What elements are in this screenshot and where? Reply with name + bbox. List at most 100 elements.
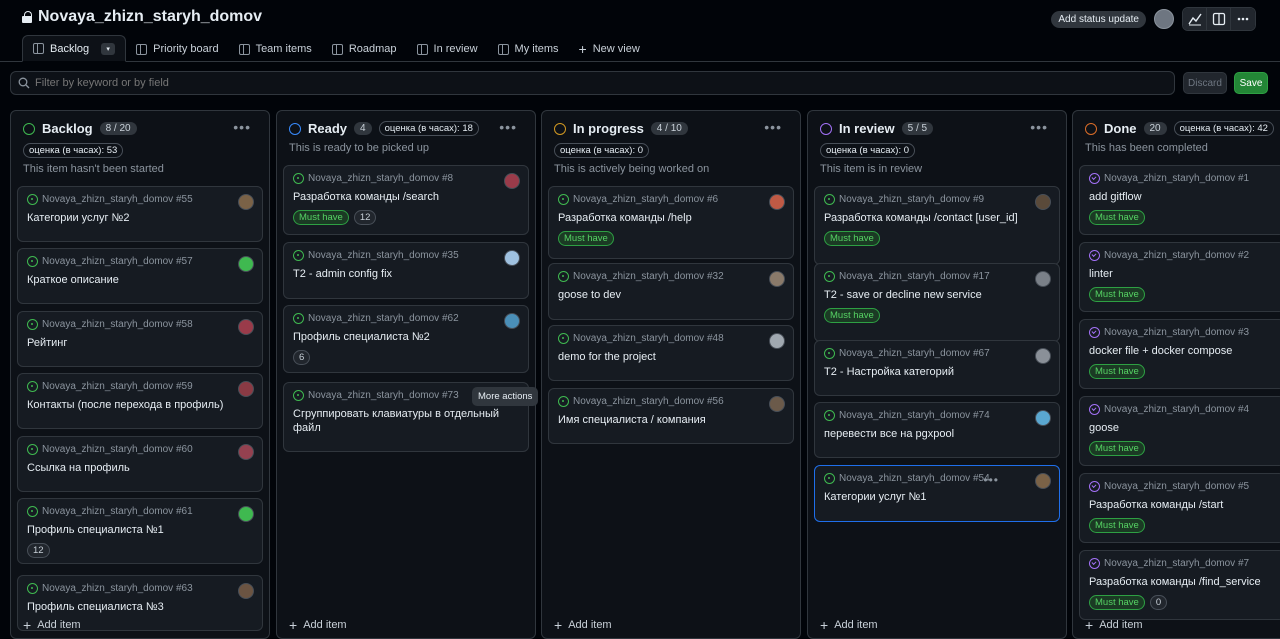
issue-card[interactable]: Novaya_zhizn_staryh_domov #61 Профиль сп… — [17, 498, 263, 564]
issue-card[interactable]: Novaya_zhizn_staryh_domov #55 Категории … — [17, 186, 263, 242]
column-ready: Ready 4 оценка (в часах): 18 ••• This is… — [276, 110, 536, 639]
issue-card[interactable]: Novaya_zhizn_staryh_domov #17 T2 - save … — [814, 263, 1060, 342]
add-item-button[interactable]: + Add item — [554, 617, 612, 633]
issue-open-icon — [293, 173, 304, 184]
assignee-avatar[interactable] — [769, 271, 785, 287]
add-item-button[interactable]: + Add item — [820, 617, 878, 633]
card-title[interactable]: Профиль специалиста №2 — [293, 330, 519, 344]
card-title[interactable]: Категории услуг №1 — [824, 490, 1050, 504]
issue-card[interactable]: Novaya_zhizn_staryh_domov #58 Рейтинг — [17, 311, 263, 367]
card-title[interactable]: Разработка команды /start — [1089, 498, 1275, 512]
assignee-avatar[interactable] — [1035, 473, 1051, 489]
card-reference: Novaya_zhizn_staryh_domov #62 — [293, 313, 519, 324]
avatar[interactable] — [1154, 9, 1174, 29]
issue-card[interactable]: Novaya_zhizn_staryh_domov #8 Разработка … — [283, 165, 529, 235]
assignee-avatar[interactable] — [504, 173, 520, 189]
assignee-avatar[interactable] — [504, 313, 520, 329]
card-title[interactable]: T2 - admin config fix — [293, 267, 519, 281]
assignee-avatar[interactable] — [504, 250, 520, 266]
new-view-button[interactable]: + New view — [569, 36, 650, 62]
card-title[interactable]: Ссылка на профиль — [27, 461, 253, 475]
assignee-avatar[interactable] — [238, 194, 254, 210]
insights-chart-icon[interactable] — [1183, 8, 1207, 30]
card-reference: Novaya_zhizn_staryh_domov #4 — [1089, 404, 1275, 415]
tab-team-items[interactable]: Team items — [229, 36, 322, 62]
card-reference: Novaya_zhizn_staryh_domov #1 — [1089, 173, 1275, 184]
card-title[interactable]: T2 - save or decline new service — [824, 288, 1050, 302]
issue-card[interactable]: Novaya_zhizn_staryh_domov #62 Профиль сп… — [283, 305, 529, 373]
card-title[interactable]: Рейтинг — [27, 336, 253, 350]
card-title[interactable]: Разработка команды /contact [user_id] — [824, 211, 1050, 225]
issue-card[interactable]: Novaya_zhizn_staryh_domov #60 Ссылка на … — [17, 436, 263, 492]
tab-in-review[interactable]: In review — [407, 36, 488, 62]
assignee-avatar[interactable] — [1035, 194, 1051, 210]
card-title[interactable]: goose to dev — [558, 288, 784, 302]
add-item-button[interactable]: + Add item — [23, 617, 81, 633]
issue-card[interactable]: Novaya_zhizn_staryh_domov #7 Разработка … — [1079, 550, 1280, 620]
issue-card[interactable]: Novaya_zhizn_staryh_domov #1 add gitflow… — [1079, 165, 1280, 235]
card-title[interactable]: перевести все на pgxpool — [824, 427, 1050, 441]
issue-card[interactable]: Novaya_zhizn_staryh_domov #2 linter Must… — [1079, 242, 1280, 312]
issue-card[interactable]: Novaya_zhizn_staryh_domov #74 перевести … — [814, 402, 1060, 458]
priority-label: Must have — [1089, 441, 1145, 456]
tab-roadmap[interactable]: Roadmap — [322, 36, 407, 62]
issue-card[interactable]: Novaya_zhizn_staryh_domov #35 T2 - admin… — [283, 242, 529, 299]
card-title[interactable]: Сгруппировать клавиатуры в отдельный фай… — [293, 407, 519, 435]
issue-card[interactable]: Novaya_zhizn_staryh_domov #32 goose to d… — [548, 263, 794, 320]
side-panel-icon[interactable] — [1207, 8, 1231, 30]
assignee-avatar[interactable] — [769, 333, 785, 349]
assignee-avatar[interactable] — [1035, 410, 1051, 426]
issue-card[interactable]: Novaya_zhizn_staryh_domov #4 goose Must … — [1079, 396, 1280, 466]
card-reference: Novaya_zhizn_staryh_domov #60 — [27, 444, 253, 455]
assignee-avatar[interactable] — [238, 506, 254, 522]
more-options-icon[interactable] — [1231, 8, 1255, 30]
issue-card[interactable]: Novaya_zhizn_staryh_domov #48 demo for t… — [548, 325, 794, 381]
card-title[interactable]: demo for the project — [558, 350, 784, 364]
issue-card[interactable]: Novaya_zhizn_staryh_domov #67 T2 - Настр… — [814, 340, 1060, 396]
project-title[interactable]: Novaya_zhizn_staryh_domov — [38, 8, 262, 26]
issue-card[interactable]: Novaya_zhizn_staryh_domov #57 Краткое оп… — [17, 248, 263, 304]
add-item-button[interactable]: + Add item — [1085, 617, 1143, 633]
tab-my-items[interactable]: My items — [488, 36, 569, 62]
assignee-avatar[interactable] — [238, 319, 254, 335]
assignee-avatar[interactable] — [238, 256, 254, 272]
card-title[interactable]: Категории услуг №2 — [27, 211, 253, 225]
save-button[interactable]: Save — [1234, 72, 1268, 94]
issue-card[interactable]: Novaya_zhizn_staryh_domov #9 Разработка … — [814, 186, 1060, 265]
assignee-avatar[interactable] — [238, 381, 254, 397]
card-title[interactable]: Контакты (после перехода в профиль) — [27, 398, 253, 412]
assignee-avatar[interactable] — [769, 194, 785, 210]
card-title[interactable]: Разработка команды /search — [293, 190, 519, 204]
card-title[interactable]: docker file + docker compose — [1089, 344, 1275, 358]
assignee-avatar[interactable] — [238, 583, 254, 599]
tab-priority-board[interactable]: Priority board — [126, 36, 228, 62]
chevron-down-icon[interactable]: ▾ — [101, 42, 116, 55]
issue-card[interactable]: Novaya_zhizn_staryh_domov #59 Контакты (… — [17, 373, 263, 429]
filter-input[interactable] — [10, 71, 1175, 95]
assignee-avatar[interactable] — [1035, 348, 1051, 364]
add-status-update-button[interactable]: Add status update — [1051, 10, 1146, 28]
issue-card[interactable]: Novaya_zhizn_staryh_domov #5 Разработка … — [1079, 473, 1280, 543]
card-more-actions-icon[interactable]: ••• — [983, 473, 999, 487]
add-item-button[interactable]: + Add item — [289, 617, 347, 633]
card-title[interactable]: Профиль специалиста №1 — [27, 523, 253, 537]
discard-button[interactable]: Discard — [1183, 72, 1227, 94]
assignee-avatar[interactable] — [1035, 271, 1051, 287]
card-title[interactable]: Разработка команды /help — [558, 211, 784, 225]
issue-card[interactable]: Novaya_zhizn_staryh_domov #54 Категории … — [814, 465, 1060, 522]
card-title[interactable]: Профиль специалиста №3 — [27, 600, 253, 614]
issue-open-icon — [558, 333, 569, 344]
card-title[interactable]: linter — [1089, 267, 1275, 281]
card-title[interactable]: Имя специалиста / компания — [558, 413, 784, 427]
card-title[interactable]: Разработка команды /find_service — [1089, 575, 1275, 589]
issue-card[interactable]: Novaya_zhizn_staryh_domov #56 Имя специа… — [548, 388, 794, 444]
card-title[interactable]: Краткое описание — [27, 273, 253, 287]
assignee-avatar[interactable] — [769, 396, 785, 412]
card-title[interactable]: add gitflow — [1089, 190, 1275, 204]
assignee-avatar[interactable] — [238, 444, 254, 460]
issue-card[interactable]: Novaya_zhizn_staryh_domov #3 docker file… — [1079, 319, 1280, 389]
tab-backlog[interactable]: Backlog ▾ — [22, 35, 127, 62]
card-title[interactable]: T2 - Настройка категорий — [824, 365, 1050, 379]
card-title[interactable]: goose — [1089, 421, 1275, 435]
issue-card[interactable]: Novaya_zhizn_staryh_domov #6 Разработка … — [548, 186, 794, 259]
